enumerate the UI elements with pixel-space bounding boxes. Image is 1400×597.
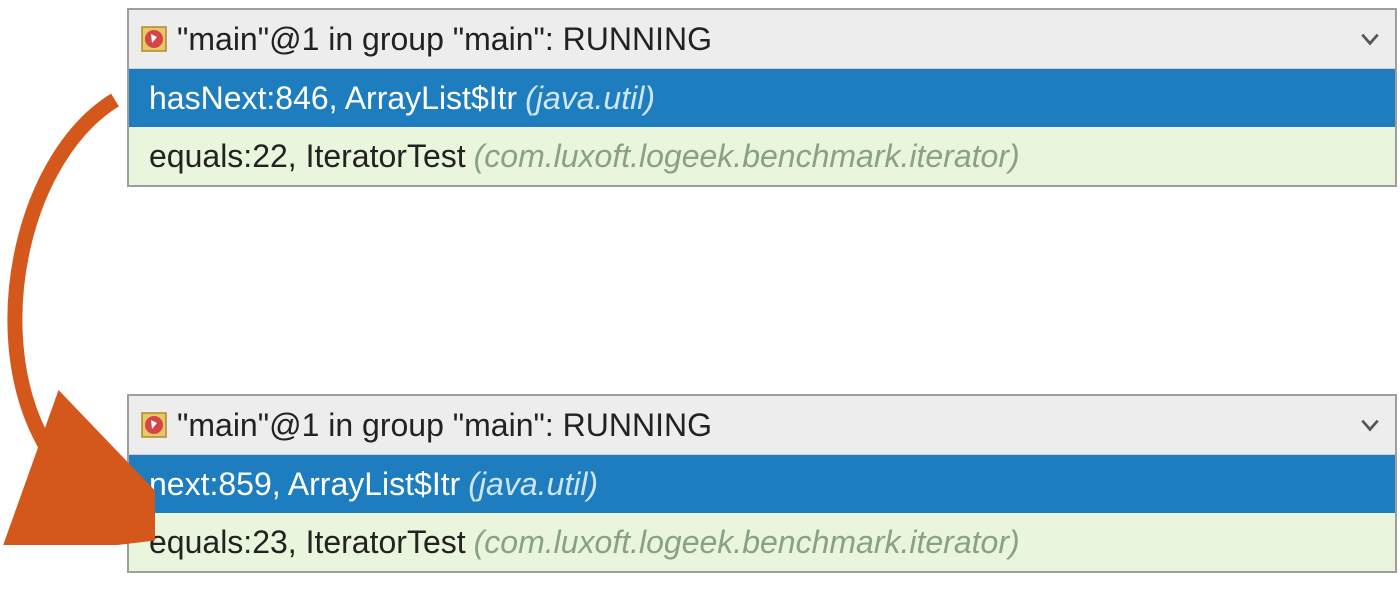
- debugger-frames-panel-2: "main"@1 in group "main": RUNNING next:8…: [127, 394, 1397, 573]
- stack-frame-row[interactable]: hasNext:846, ArrayList$Itr (java.util): [129, 69, 1395, 127]
- frame-package: (java.util): [525, 80, 655, 117]
- frame-method: hasNext:846, ArrayList$Itr: [149, 80, 517, 117]
- stack-frame-row[interactable]: equals:23, IteratorTest (com.luxoft.loge…: [129, 513, 1395, 571]
- thread-title: "main"@1 in group "main": RUNNING: [177, 21, 1355, 58]
- frame-method: next:859, ArrayList$Itr: [149, 466, 460, 503]
- thread-running-icon: [141, 412, 167, 438]
- chevron-down-icon: [1355, 414, 1385, 436]
- chevron-down-icon: [1355, 28, 1385, 50]
- thread-dropdown-header[interactable]: "main"@1 in group "main": RUNNING: [129, 396, 1395, 455]
- frame-method: equals:23, IteratorTest: [149, 524, 466, 561]
- thread-dropdown-header[interactable]: "main"@1 in group "main": RUNNING: [129, 10, 1395, 69]
- thread-title: "main"@1 in group "main": RUNNING: [177, 407, 1355, 444]
- debugger-frames-panel-1: "main"@1 in group "main": RUNNING hasNex…: [127, 8, 1397, 187]
- thread-running-icon: [141, 26, 167, 52]
- frame-package: (com.luxoft.logeek.benchmark.iterator): [474, 138, 1020, 175]
- frame-method: equals:22, IteratorTest: [149, 138, 466, 175]
- stack-frame-row[interactable]: next:859, ArrayList$Itr (java.util): [129, 455, 1395, 513]
- frame-package: (com.luxoft.logeek.benchmark.iterator): [474, 524, 1020, 561]
- frame-package: (java.util): [468, 466, 598, 503]
- stack-frame-row[interactable]: equals:22, IteratorTest (com.luxoft.loge…: [129, 127, 1395, 185]
